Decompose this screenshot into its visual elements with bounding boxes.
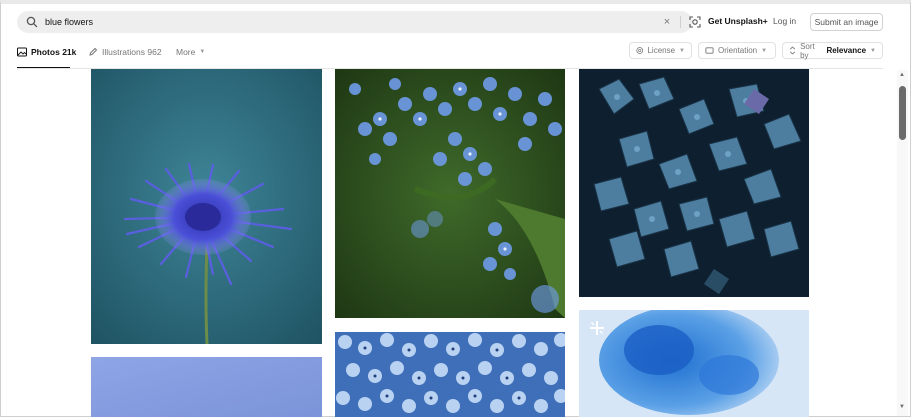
photo-blurred-hydrangea xyxy=(579,310,809,417)
sort-value: Relevance xyxy=(826,46,867,55)
tab-illustrations-label: Illustrations xyxy=(102,47,145,57)
search-input[interactable] xyxy=(45,14,605,30)
photo-card[interactable] xyxy=(579,310,809,417)
sort-icon xyxy=(790,46,796,55)
photo-card[interactable] xyxy=(579,69,809,297)
photo-icon xyxy=(17,47,27,57)
scroll-down-icon[interactable]: ▼ xyxy=(899,404,905,410)
chevron-down-icon: ▼ xyxy=(870,47,876,54)
photo-card[interactable] xyxy=(335,69,565,318)
sort-prefix: Sort by xyxy=(800,41,815,60)
photo-chrysanthemum xyxy=(91,69,322,344)
chevron-down-icon: ▼ xyxy=(761,47,768,54)
search-bar[interactable]: × xyxy=(17,11,701,33)
visual-search-icon[interactable] xyxy=(688,15,702,29)
photo-forget-me-nots xyxy=(335,69,565,318)
scroll-up-icon[interactable]: ▲ xyxy=(899,72,905,78)
photo-card[interactable] xyxy=(91,69,322,344)
tab-photos-label: Photos xyxy=(31,47,60,57)
tab-illustrations-count: 962 xyxy=(147,47,162,57)
sort-filter[interactable]: Sort by Relevance ▼ xyxy=(782,41,883,60)
tab-photos-count: 21k xyxy=(62,47,77,57)
photo-card[interactable] xyxy=(91,357,322,417)
search-divider xyxy=(680,16,681,28)
photo-light-blue xyxy=(91,357,322,417)
license-filter[interactable]: License ▼ xyxy=(629,42,692,59)
chevron-down-icon: ▼ xyxy=(679,47,685,54)
tab-more-label: More xyxy=(176,47,196,57)
orientation-icon xyxy=(705,47,714,54)
license-icon xyxy=(636,47,644,54)
tab-more[interactable]: More ▼ xyxy=(176,45,205,59)
orientation-filter[interactable]: Orientation ▼ xyxy=(698,42,776,59)
pen-icon xyxy=(89,47,98,56)
photo-card[interactable] xyxy=(335,332,565,417)
search-icon xyxy=(26,16,38,28)
tab-illustrations[interactable]: Illustrations 962 xyxy=(88,45,162,59)
unsplash-plus-icon xyxy=(590,321,604,335)
get-unsplash-link[interactable]: Get Unsplash+ xyxy=(708,16,768,26)
photo-flower-field xyxy=(335,332,565,417)
photo-hydrangea xyxy=(579,69,809,297)
scrollbar-thumb[interactable] xyxy=(899,86,906,140)
tab-photos[interactable]: Photos 21k xyxy=(17,45,76,59)
login-link[interactable]: Log in xyxy=(773,16,796,26)
submit-image-button[interactable]: Submit an image xyxy=(810,13,883,31)
chevron-down-icon: ▼ xyxy=(199,49,206,55)
license-label: License xyxy=(647,46,676,55)
clear-search-icon[interactable]: × xyxy=(660,15,674,29)
orientation-label: Orientation xyxy=(718,46,758,55)
